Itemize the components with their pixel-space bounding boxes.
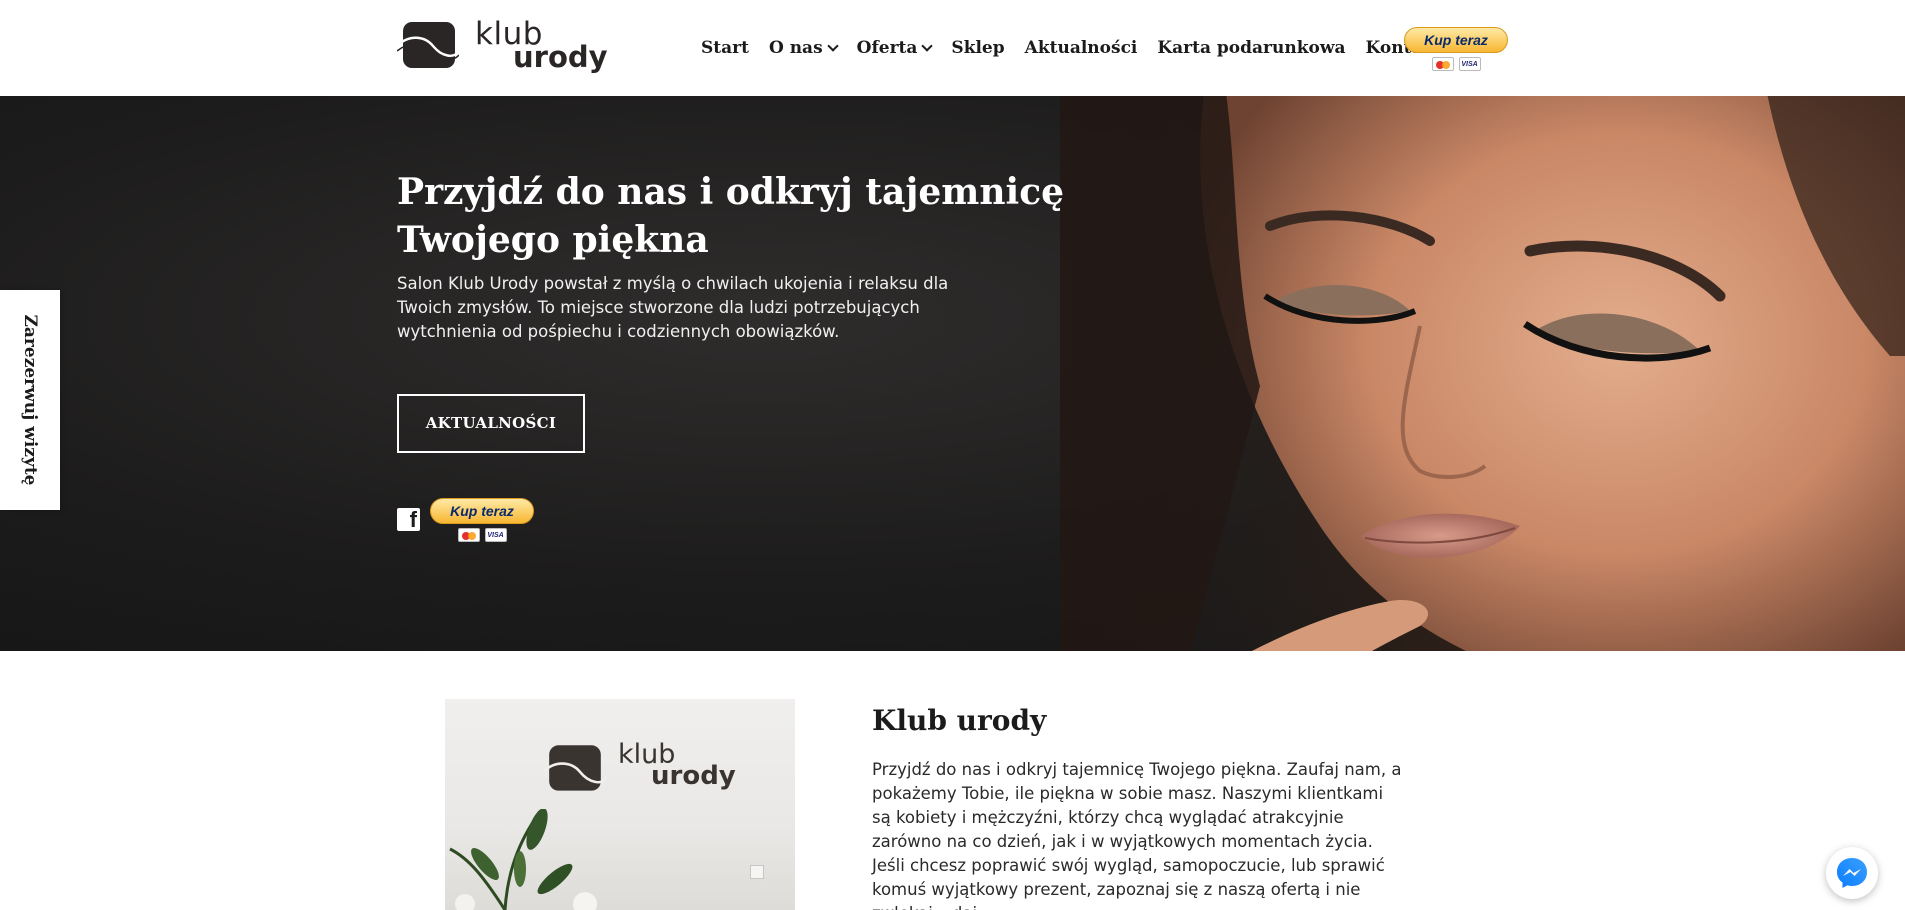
- about-title: Klub urody: [872, 704, 1047, 737]
- plant-decoration: [449, 809, 597, 910]
- nav-label: Aktualności: [1024, 38, 1138, 58]
- about-text: Przyjdź do nas i odkryj tajemnicę Twojeg…: [872, 760, 1402, 910]
- payment-cards: VISA: [430, 528, 534, 542]
- logo-mark-icon: [397, 22, 459, 68]
- messenger-icon: [1837, 858, 1867, 888]
- salon-wall-logo: klub urody: [543, 739, 743, 799]
- hero-woman-photo: [1060, 96, 1905, 651]
- messenger-chat-button[interactable]: [1826, 847, 1878, 899]
- mastercard-icon: [1431, 57, 1454, 71]
- nav-label: Karta podarunkowa: [1157, 38, 1346, 58]
- nav-item-sklep[interactable]: Sklep: [951, 38, 1004, 58]
- nav-item-karta-podarunkowa[interactable]: Karta podarunkowa: [1157, 38, 1345, 58]
- nav-label: O nas: [768, 38, 823, 58]
- paypal-button-label: Kup teraz: [430, 498, 534, 524]
- facebook-glyph: f: [409, 507, 417, 532]
- hero-title: Przyjdź do nas i odkryj tajemnicę Twojeg…: [397, 171, 1065, 261]
- chevron-down-icon: [826, 39, 839, 52]
- visa-icon: VISA: [1458, 57, 1481, 71]
- mastercard-icon: [457, 528, 480, 542]
- book-visit-label: Zarezerwuj wizytę: [20, 314, 40, 486]
- nav-item-aktualnosci[interactable]: Aktualności: [1025, 38, 1138, 58]
- payment-cards: VISA: [1404, 57, 1508, 71]
- nav-item-o-nas[interactable]: O nas: [768, 38, 839, 58]
- aktualnosci-button[interactable]: AKTUALNOŚCI: [397, 394, 585, 453]
- header-paypal-buy-button[interactable]: Kup teraz VISA: [1404, 27, 1508, 71]
- nav-label: Oferta: [856, 38, 918, 58]
- nav-item-oferta[interactable]: Oferta: [856, 38, 934, 58]
- nav-item-start[interactable]: Start: [701, 38, 749, 58]
- nav-label: Start: [701, 38, 749, 58]
- hero-description: Salon Klub Urody powstał z myślą o chwil…: [397, 274, 949, 341]
- nav-label: Sklep: [951, 38, 1005, 58]
- chevron-down-icon: [921, 39, 934, 52]
- wall-logo-urody: urody: [651, 761, 736, 791]
- wall-switch: [750, 865, 764, 879]
- visa-icon: VISA: [484, 528, 507, 542]
- book-visit-tab[interactable]: Zarezerwuj wizytę: [0, 290, 60, 510]
- site-logo[interactable]: klub urody: [397, 16, 608, 78]
- salon-photo: klub urody: [445, 699, 795, 910]
- facebook-icon[interactable]: f: [397, 507, 420, 532]
- main-nav: Start O nas Oferta Sklep Aktualności Kar…: [701, 36, 1462, 60]
- logo-text-urody: urody: [513, 40, 608, 74]
- hero-section: Przyjdź do nas i odkryj tajemnicę Twojeg…: [0, 96, 1905, 651]
- paypal-button-label: Kup teraz: [1404, 27, 1508, 53]
- hero-paypal-buy-button[interactable]: Kup teraz VISA: [430, 498, 534, 542]
- logo-mark-icon: [543, 745, 607, 791]
- site-header: klub urody Start O nas Oferta Sklep Aktu…: [0, 0, 1905, 96]
